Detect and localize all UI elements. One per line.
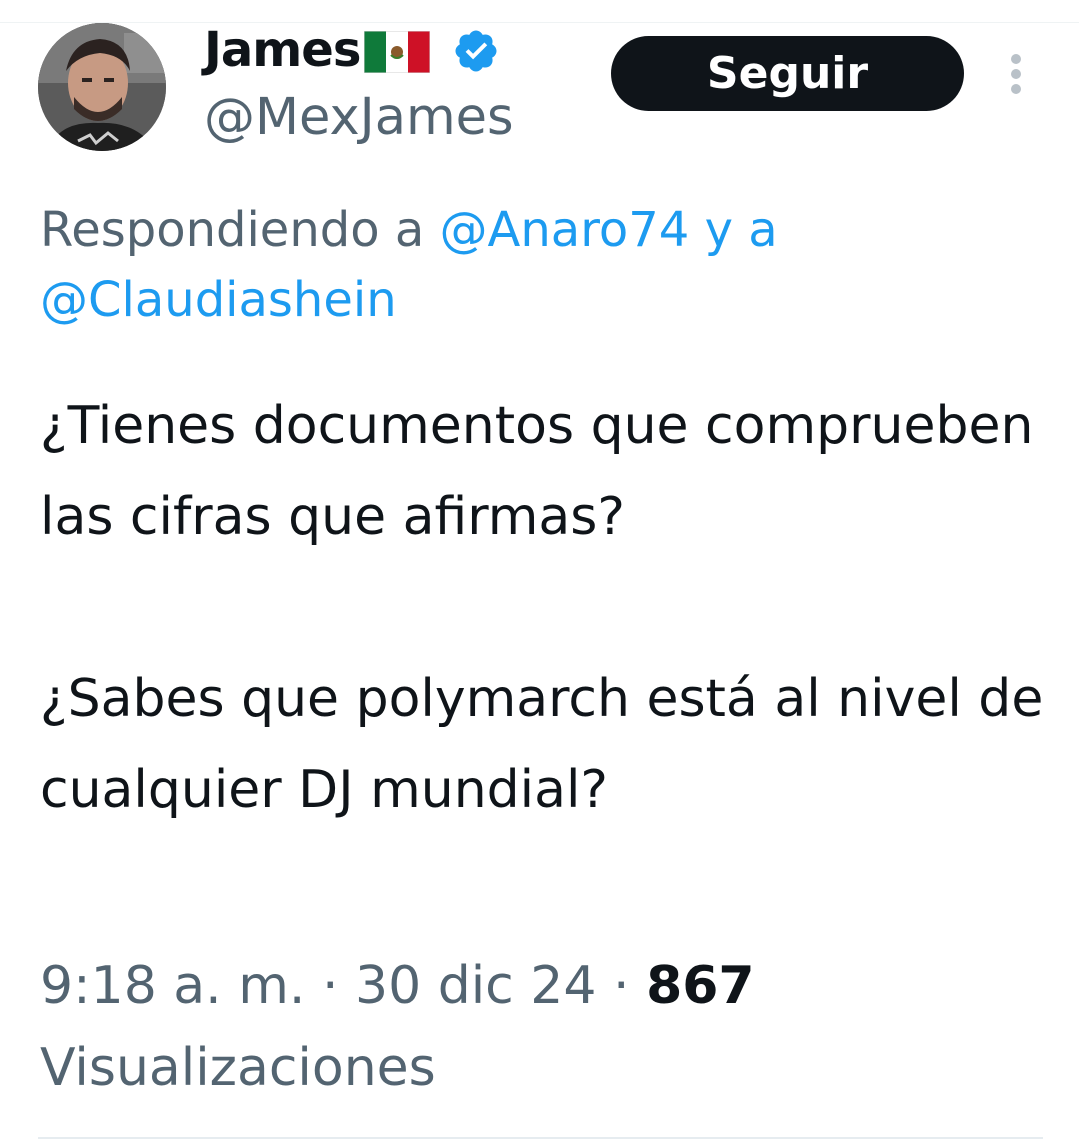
mention-claudiashein[interactable]: @Claudiashein xyxy=(40,272,397,328)
meta-separator: · xyxy=(596,956,647,1016)
tweet-text: ¿Tienes documentos que comprueben las ci… xyxy=(40,381,1050,836)
more-vertical-icon[interactable] xyxy=(1002,52,1030,96)
views-label: Visualizaciones xyxy=(40,1038,436,1098)
mexico-flag-icon xyxy=(363,30,431,74)
tweet-paragraph-2: ¿Sabes que polymarch está al nivel de cu… xyxy=(40,669,1044,820)
views-count: 867 xyxy=(646,956,755,1016)
bottom-divider xyxy=(38,1137,1043,1139)
display-name-row: James xyxy=(204,18,500,82)
display-name[interactable]: James xyxy=(204,22,361,78)
reply-prefix: Respondiendo a xyxy=(40,202,440,258)
reply-context: Respondiendo a @Anaro74 y a @Claudiashei… xyxy=(40,195,1040,335)
top-divider xyxy=(0,22,1079,23)
tweet-date[interactable]: 30 dic 24 xyxy=(355,956,596,1016)
follow-button[interactable]: Seguir xyxy=(611,36,964,111)
tweet-meta: 9:18 a. m. · 30 dic 24 · 867 Visualizaci… xyxy=(40,945,1040,1109)
verified-badge-icon[interactable] xyxy=(452,27,500,75)
author-handle[interactable]: @MexJames xyxy=(204,88,514,147)
reply-connector[interactable]: y a xyxy=(689,202,778,258)
meta-separator: · xyxy=(305,956,356,1016)
tweet-paragraph-1: ¿Tienes documentos que comprueben las ci… xyxy=(40,396,1034,547)
mention-anaro74[interactable]: @Anaro74 xyxy=(440,202,690,258)
tweet-time[interactable]: 9:18 a. m. xyxy=(40,956,305,1016)
avatar[interactable] xyxy=(38,23,166,151)
avatar-photo xyxy=(38,23,166,151)
